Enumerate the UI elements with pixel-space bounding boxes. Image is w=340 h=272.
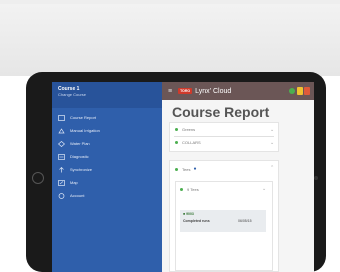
status-icons (288, 87, 310, 95)
sidebar-item-diagnostic[interactable]: Diagnostic (52, 150, 162, 163)
greens-row[interactable]: Greens (175, 127, 195, 132)
sidebar-item-label: Water Plan (70, 141, 90, 146)
tees-sub-row[interactable]: 9 Tees (180, 187, 199, 192)
sidebar-item-map[interactable]: Map (52, 176, 162, 189)
status-dot-icon (175, 167, 178, 171)
collars-label: COLLARS (182, 140, 201, 145)
sidebar-item-manual-irrigation[interactable]: Manual Irrigation (52, 124, 162, 137)
sidebar-item-label: Manual Irrigation (70, 128, 100, 133)
sidebar-item-label: Synchronize (70, 167, 93, 172)
tablet-device: Course 1 Change Course Course Report Man… (26, 72, 326, 272)
table-row-label: Completed runs (183, 219, 210, 223)
chevron-down-icon[interactable]: ⌄ (262, 186, 266, 192)
tees-card: Tees ● ⌃ 9 Tees ⌄ ■ 9003 Completed runs … (169, 160, 279, 272)
status-dot-icon (180, 188, 183, 191)
sync-icon (59, 166, 64, 172)
divider (174, 136, 274, 137)
sidebar-item-label: Map (70, 180, 78, 185)
diagnostic-icon (58, 153, 65, 160)
run-table: ■ 9003 Completed runs 06/05/15 (180, 210, 266, 232)
sidebar-item-water-plan[interactable]: Water Plan (52, 137, 162, 150)
report-icon (58, 114, 65, 121)
status-dot-icon (175, 141, 178, 144)
status-alert-icon[interactable] (304, 87, 310, 95)
sidebar-item-label: Diagnostic (70, 154, 89, 159)
greens-card: Greens ⌄ COLLARS ⌄ (169, 122, 279, 152)
sidebar-header[interactable]: Course 1 Change Course (52, 82, 162, 108)
menu-icon[interactable]: ≡ (168, 88, 172, 95)
tablet-screen: Course 1 Change Course Course Report Man… (52, 82, 314, 272)
water-plan-icon (58, 140, 65, 147)
sidebar: Course 1 Change Course Course Report Man… (52, 82, 162, 272)
status-yellow-icon[interactable] (296, 87, 303, 95)
background-band (0, 4, 340, 76)
collars-row[interactable]: COLLARS (175, 140, 201, 145)
info-icon[interactable]: ● (193, 166, 196, 172)
map-icon (58, 179, 65, 186)
sidebar-item-course-report[interactable]: Course Report (52, 111, 162, 124)
status-green-icon[interactable] (289, 88, 295, 94)
brand-name: Lynx' Cloud (195, 87, 232, 95)
tees-sub-card: 9 Tees ⌄ ■ 9003 Completed runs 06/05/15 (175, 181, 273, 271)
top-bar: ≡ TORO Lynx' Cloud (162, 82, 314, 100)
sidebar-item-label: Course Report (70, 115, 97, 120)
sidebar-item-label: Account (70, 193, 85, 198)
tees-sub-label: 9 Tees (187, 187, 199, 192)
home-button[interactable] (32, 172, 44, 184)
chevron-down-icon[interactable]: ⌄ (270, 127, 274, 133)
account-icon (58, 192, 65, 199)
page-title: Course Report (172, 104, 270, 120)
change-course-link[interactable]: Change Course (58, 92, 162, 97)
table-row-value: 06/05/15 (238, 219, 252, 223)
greens-label: Greens (182, 127, 196, 132)
tees-row[interactable]: Tees ● (175, 166, 196, 172)
chevron-down-icon[interactable]: ⌄ (270, 140, 274, 146)
chevron-up-icon[interactable]: ⌃ (270, 165, 274, 171)
tees-label: Tees (182, 166, 191, 172)
camera-dot (314, 176, 318, 180)
sidebar-item-synchronize[interactable]: Synchronize (52, 163, 162, 176)
main-content: ≡ TORO Lynx' Cloud Course Report Greens … (162, 82, 314, 272)
irrigation-icon (58, 127, 65, 133)
table-id: ■ 9003 (183, 212, 194, 216)
brand-badge: TORO (178, 88, 193, 94)
sidebar-item-account[interactable]: Account (52, 189, 162, 202)
status-dot-icon (175, 128, 178, 131)
